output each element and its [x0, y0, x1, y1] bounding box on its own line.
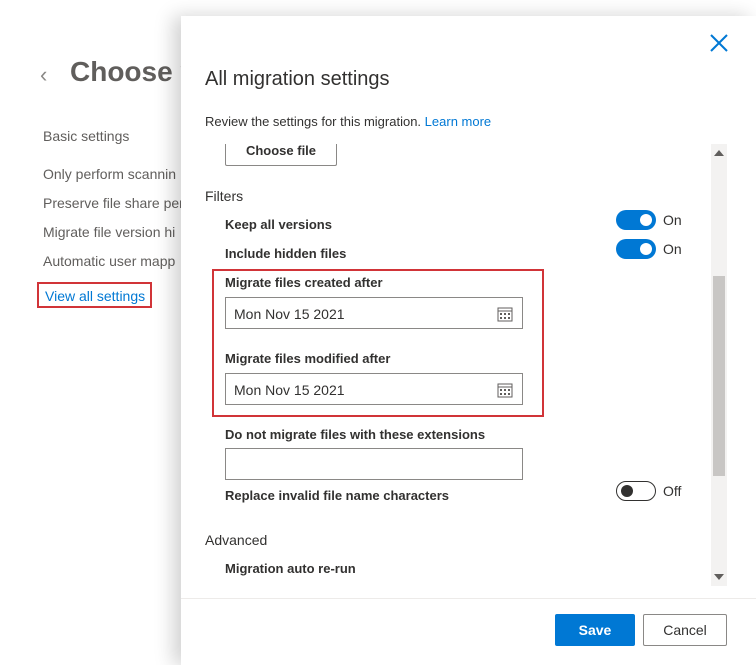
advanced-section-heading: Advanced: [205, 532, 268, 548]
panel-description: Review the settings for this migration. …: [205, 114, 491, 129]
footer-divider: [181, 598, 756, 599]
setting-item-preserve-permissions[interactable]: Preserve file share per: [43, 195, 184, 211]
cancel-button[interactable]: Cancel: [643, 614, 727, 646]
scroll-up-arrow-icon[interactable]: [714, 150, 724, 156]
exclude-extensions-label: Do not migrate files with these extensio…: [225, 427, 486, 442]
view-all-settings-link[interactable]: View all settings: [45, 288, 145, 304]
close-icon[interactable]: [708, 32, 730, 54]
replace-invalid-chars-label: Replace invalid file name characters: [225, 488, 449, 503]
choose-file-button[interactable]: Choose file: [225, 144, 337, 166]
include-hidden-files-toggle[interactable]: [616, 239, 656, 259]
all-migration-settings-panel: All migration settings Review the settin…: [181, 16, 756, 665]
background-page-title: Choose y: [70, 56, 197, 87]
toggle-knob: [640, 243, 652, 255]
setting-item-file-version-history[interactable]: Migrate file version hi: [43, 224, 175, 240]
replace-invalid-chars-state: Off: [663, 483, 682, 499]
keep-all-versions-label: Keep all versions: [225, 217, 332, 232]
include-hidden-files-label: Include hidden files: [225, 246, 347, 261]
keep-all-versions-toggle[interactable]: [616, 210, 656, 230]
replace-invalid-chars-toggle[interactable]: [616, 481, 656, 501]
learn-more-link[interactable]: Learn more: [425, 114, 491, 129]
panel-description-text: Review the settings for this migration.: [205, 114, 422, 129]
filters-section-heading: Filters: [205, 188, 244, 204]
toggle-knob: [640, 214, 652, 226]
include-hidden-files-state: On: [663, 241, 682, 257]
toggle-knob: [621, 485, 633, 497]
back-chevron-icon[interactable]: ‹: [40, 62, 47, 88]
panel-title: All migration settings: [205, 68, 390, 90]
settings-scrollbar[interactable]: [711, 144, 727, 586]
exclude-extensions-input[interactable]: [225, 448, 523, 480]
scroll-down-arrow-icon[interactable]: [714, 574, 724, 580]
auto-rerun-label: Migration auto re-run: [225, 561, 356, 576]
basic-settings-heading: Basic settings: [43, 128, 130, 144]
setting-item-scanning[interactable]: Only perform scannin: [43, 166, 176, 182]
setting-item-user-mapping[interactable]: Automatic user mapp: [43, 253, 175, 269]
save-button[interactable]: Save: [555, 614, 635, 646]
keep-all-versions-state: On: [663, 212, 682, 228]
view-all-settings-highlight: View all settings: [37, 282, 152, 308]
scroll-thumb[interactable]: [713, 276, 725, 476]
date-filters-highlight: [212, 269, 544, 417]
